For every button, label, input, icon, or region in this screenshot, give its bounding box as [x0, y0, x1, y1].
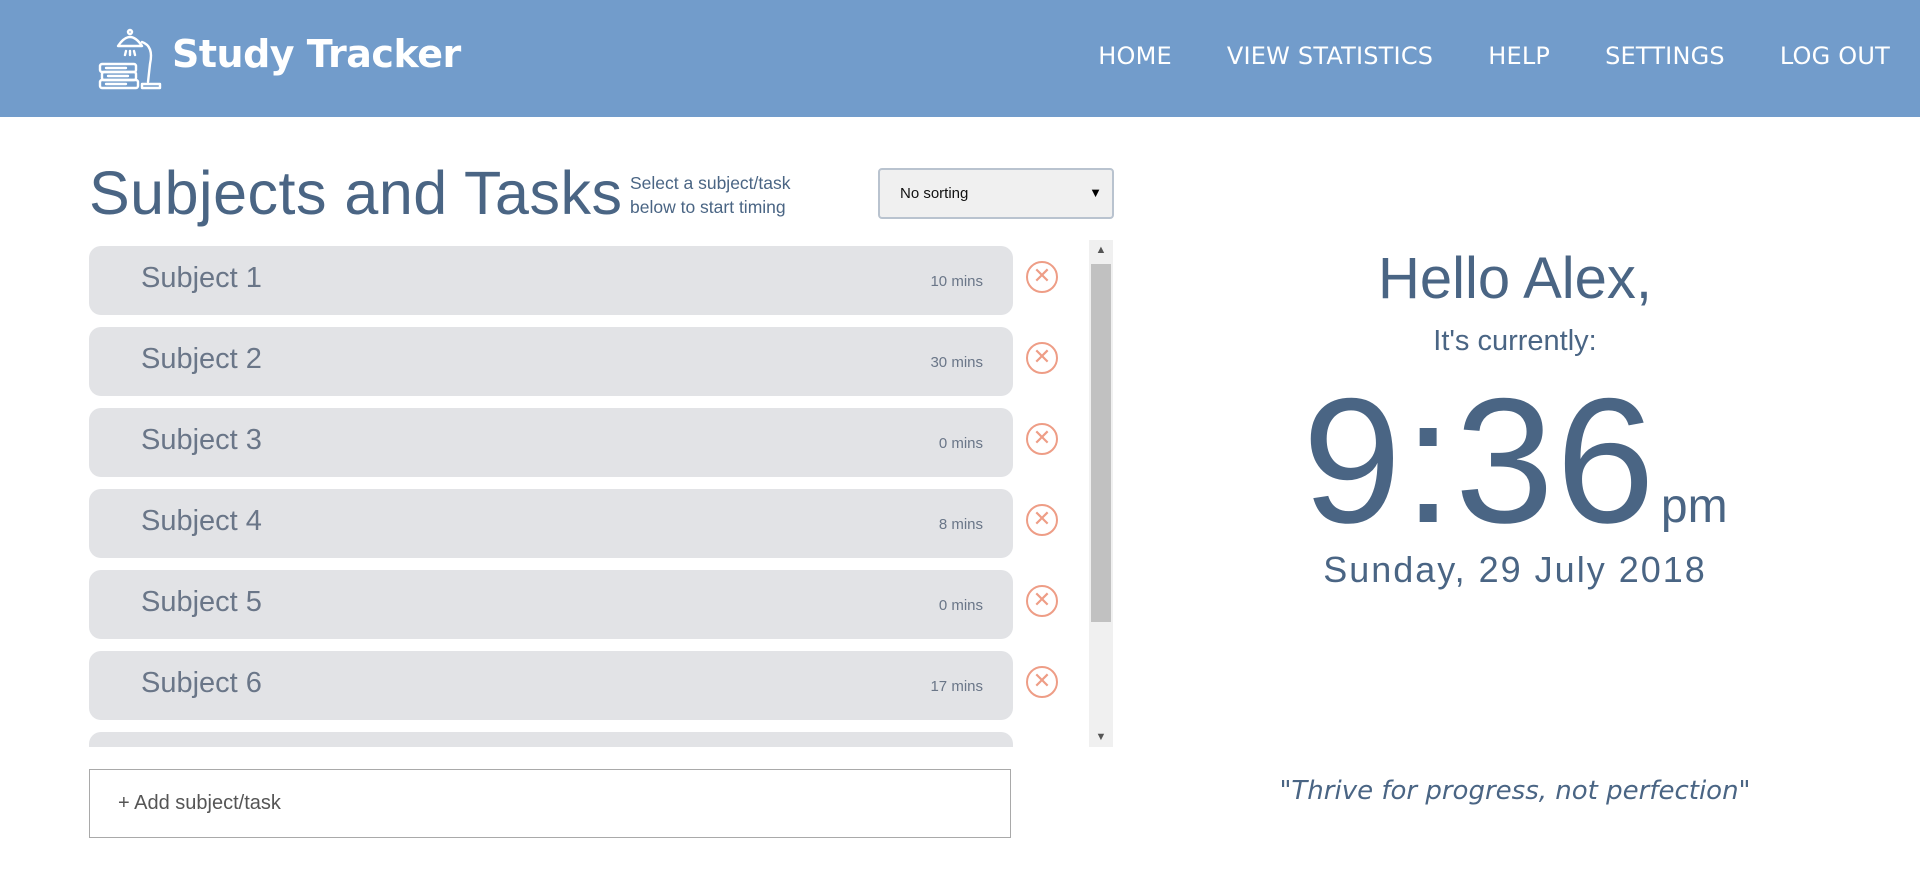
- subject-row[interactable]: Subject 2 30 mins: [89, 327, 1013, 396]
- clock-display: 9:36pm: [1300, 372, 1730, 550]
- currently-label: It's currently:: [1433, 325, 1597, 357]
- page-title: Subjects and Tasks: [89, 159, 623, 227]
- greeting-text: Hello Alex,: [1377, 246, 1653, 311]
- remove-subject-icon[interactable]: ✕: [1026, 504, 1058, 536]
- nav-home[interactable]: HOME: [1098, 42, 1172, 70]
- nav-view-statistics[interactable]: VIEW STATISTICS: [1227, 42, 1433, 70]
- scroll-up-arrow-icon[interactable]: ▲: [1089, 240, 1113, 260]
- subject-list: Subject 1 10 mins ✕ Subject 2 30 mins ✕ …: [89, 240, 1113, 747]
- list-scrollbar[interactable]: ▲ ▼: [1089, 240, 1113, 747]
- sort-dropdown[interactable]: No sorting ▼: [878, 168, 1114, 219]
- subject-name: Subject 6: [141, 667, 262, 699]
- top-navigation-bar: Study Tracker HOME VIEW STATISTICS HELP …: [0, 0, 1920, 117]
- brand-home-link[interactable]: Study Tracker: [96, 24, 461, 96]
- subject-time: 17 mins: [930, 678, 983, 695]
- nav-help[interactable]: HELP: [1488, 42, 1550, 70]
- subject-name: Subject 5: [141, 586, 262, 618]
- clock-ampm: pm: [1660, 480, 1728, 533]
- subject-row[interactable]: Subject 5 0 mins: [89, 570, 1013, 639]
- remove-subject-icon[interactable]: ✕: [1026, 261, 1058, 293]
- subject-time: 8 mins: [938, 516, 983, 533]
- sort-selected-value: No sorting: [900, 185, 969, 202]
- subject-row[interactable]: Subject 1 10 mins: [89, 246, 1013, 315]
- timing-hint: Select a subject/task below to start tim…: [630, 173, 791, 217]
- brand-name: Study Tracker: [172, 32, 461, 76]
- nav-settings[interactable]: SETTINGS: [1605, 42, 1725, 70]
- subject-row[interactable]: Subject 4 8 mins: [89, 489, 1013, 558]
- subject-name: Subject 1: [141, 262, 262, 294]
- lamp-books-icon: [98, 28, 162, 90]
- scroll-down-arrow-icon[interactable]: ▼: [1089, 727, 1113, 747]
- subject-name: Subject 2: [141, 343, 262, 375]
- subject-time: 0 mins: [938, 597, 983, 614]
- subject-name: Subject 4: [141, 505, 262, 537]
- add-subject-input[interactable]: + Add subject/task: [89, 769, 1011, 838]
- main-nav: HOME VIEW STATISTICS HELP SETTINGS LOG O…: [1098, 42, 1890, 70]
- motivational-quote: "Thrive for progress, not perfection": [1279, 776, 1751, 806]
- subject-time: 10 mins: [930, 273, 983, 290]
- subject-time: 0 mins: [938, 435, 983, 452]
- remove-subject-icon[interactable]: ✕: [1026, 666, 1058, 698]
- subject-time: 30 mins: [930, 354, 983, 371]
- subject-row[interactable]: Subject 6 17 mins: [89, 651, 1013, 720]
- subject-row[interactable]: Subject 3 0 mins: [89, 408, 1013, 477]
- remove-subject-icon[interactable]: ✕: [1026, 423, 1058, 455]
- subject-row-partial[interactable]: [89, 732, 1013, 747]
- scrollbar-thumb[interactable]: [1091, 264, 1111, 622]
- remove-subject-icon[interactable]: ✕: [1026, 585, 1058, 617]
- add-subject-placeholder: + Add subject/task: [118, 792, 281, 814]
- remove-subject-icon[interactable]: ✕: [1026, 342, 1058, 374]
- current-date: Sunday, 29 July 2018: [1323, 549, 1707, 590]
- clock-time: 9:36: [1302, 361, 1657, 560]
- subject-name: Subject 3: [141, 424, 262, 456]
- nav-log-out[interactable]: LOG OUT: [1780, 42, 1890, 70]
- dropdown-arrow-icon: ▼: [1089, 185, 1102, 200]
